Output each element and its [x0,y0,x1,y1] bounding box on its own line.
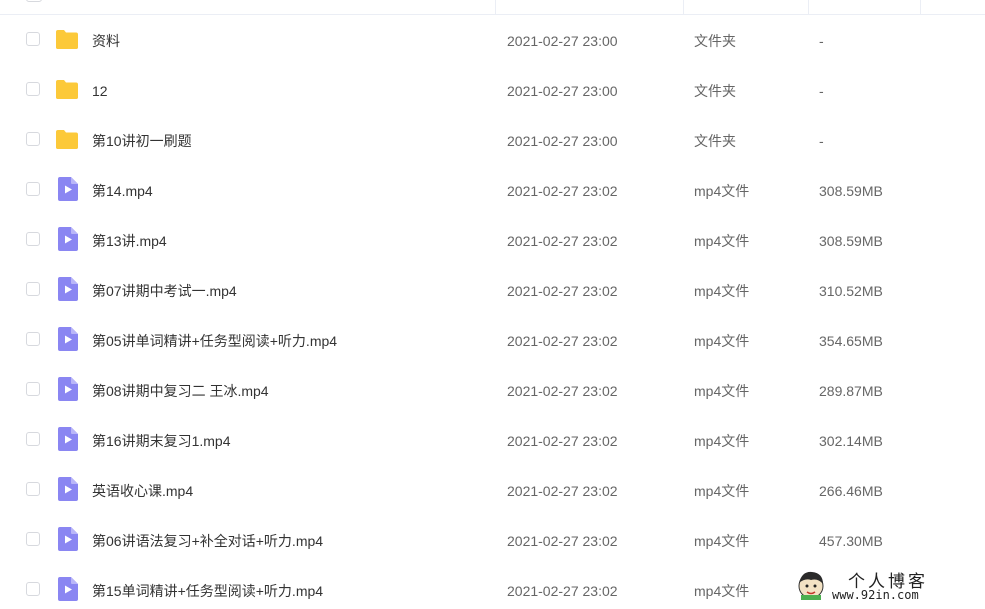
folder-icon [55,28,79,50]
modified-time: 2021-02-27 23:02 [507,483,618,499]
file-type: mp4文件 [694,233,750,249]
video-file-icon [58,427,78,451]
modified-time: 2021-02-27 23:00 [507,33,618,49]
file-row[interactable]: 第16讲期末复习1.mp4 2021-02-27 23:02 mp4文件 302.14… [8,416,985,466]
file-size: 266.46MB [819,483,883,499]
file-name[interactable]: 第08讲期中复习二 王冰.mp4 [92,366,269,416]
file-name[interactable]: 第06讲语法复习+补全对话+听力.mp4 [92,516,323,566]
file-type: 文件夹 [694,83,736,99]
modified-time: 2021-02-27 23:02 [507,233,618,249]
file-size: 308.59MB [819,233,883,249]
column-divider[interactable] [495,0,496,14]
file-size: - [819,83,824,99]
row-checkbox[interactable] [26,82,40,96]
row-checkbox[interactable] [26,232,40,246]
file-name[interactable]: 第10讲初一刷题 [92,116,192,166]
file-row[interactable]: 第07讲期中考试一.mp4 2021-02-27 23:02 mp4文件 310.52… [8,266,985,316]
row-checkbox[interactable] [26,532,40,546]
row-checkbox[interactable] [26,482,40,496]
file-size: - [819,133,824,149]
column-divider[interactable] [920,0,921,14]
column-divider[interactable] [683,0,684,14]
file-row[interactable]: 资料 2021-02-27 23:00 文件夹 - [8,16,985,66]
file-name[interactable]: 第05讲单词精讲+任务型阅读+听力.mp4 [92,316,337,366]
modified-time: 2021-02-27 23:02 [507,533,618,549]
file-type: mp4文件 [694,333,750,349]
file-row[interactable]: 英语收心课.mp4 2021-02-27 23:02 mp4文件 266.46MB [8,466,985,516]
row-checkbox[interactable] [26,432,40,446]
video-file-icon [58,327,78,351]
file-type: 文件夹 [694,133,736,149]
file-type: mp4文件 [694,383,750,399]
row-checkbox[interactable] [26,32,40,46]
row-checkbox[interactable] [26,282,40,296]
file-rows: 资料 2021-02-27 23:00 文件夹 - 12 2021-02-27 23:00… [8,16,985,609]
file-name[interactable]: 第07讲期中考试一.mp4 [92,266,237,316]
file-type: mp4文件 [694,433,750,449]
file-name[interactable]: 第13讲.mp4 [92,216,167,266]
video-file-icon [58,227,78,251]
watermark: 个人博客 www.92in.com [790,566,980,606]
modified-time: 2021-02-27 23:02 [507,183,618,199]
sort-desc-icon[interactable]: ⌄ [662,0,670,14]
file-row[interactable]: 第06讲语法复习+补全对话+听力.mp4 2021-02-27 23:02 mp4文… [8,516,985,566]
file-size: 302.14MB [819,433,883,449]
file-size: 310.52MB [819,283,883,299]
file-type: mp4文件 [694,533,750,549]
file-name[interactable]: 第15单词精讲+任务型阅读+听力.mp4 [92,566,323,609]
row-checkbox[interactable] [26,582,40,596]
file-name[interactable]: 英语收心课.mp4 [92,466,193,516]
modified-time: 2021-02-27 23:02 [507,283,618,299]
file-size: 354.65MB [819,333,883,349]
modified-time: 2021-02-27 23:02 [507,433,618,449]
video-file-icon [58,477,78,501]
file-type: mp4文件 [694,483,750,499]
row-checkbox[interactable] [26,132,40,146]
file-name[interactable]: 第16讲期末复习1.mp4 [92,416,230,466]
file-size: - [819,33,824,49]
video-file-icon [58,177,78,201]
folder-icon [55,78,79,100]
file-type: mp4文件 [694,283,750,299]
file-size: 289.87MB [819,383,883,399]
file-name[interactable]: 12 [92,66,108,116]
file-list-view: ⌄ 资料 2021-02-27 23:00 文件夹 - 12 2021-02-27 23:… [0,0,985,609]
modified-time: 2021-02-27 23:02 [507,383,618,399]
table-header: ⌄ [0,0,985,15]
column-divider[interactable] [808,0,809,14]
file-type: mp4文件 [694,583,750,599]
avatar-icon [798,571,824,600]
folder-icon [55,128,79,150]
row-checkbox[interactable] [26,382,40,396]
file-row[interactable]: 第13讲.mp4 2021-02-27 23:02 mp4文件 308.59MB [8,216,985,266]
file-row[interactable]: 12 2021-02-27 23:00 文件夹 - [8,66,985,116]
watermark-url: www.92in.com [832,588,919,602]
video-file-icon [58,527,78,551]
row-checkbox[interactable] [26,332,40,346]
file-size: 457.30MB [819,533,883,549]
file-name[interactable]: 第14.mp4 [92,166,153,216]
file-size: 308.59MB [819,183,883,199]
row-checkbox[interactable] [26,182,40,196]
modified-time: 2021-02-27 23:02 [507,333,618,349]
file-name[interactable]: 资料 [92,16,120,66]
modified-time: 2021-02-27 23:02 [507,583,618,599]
file-row[interactable]: 第10讲初一刷题 2021-02-27 23:00 文件夹 - [8,116,985,166]
file-row[interactable]: 第14.mp4 2021-02-27 23:02 mp4文件 308.59MB [8,166,985,216]
file-row[interactable]: 第08讲期中复习二 王冰.mp4 2021-02-27 23:02 mp4文件 289… [8,366,985,416]
file-type: 文件夹 [694,33,736,49]
select-all-checkbox[interactable] [26,0,42,2]
modified-time: 2021-02-27 23:00 [507,133,618,149]
video-file-icon [58,377,78,401]
video-file-icon [58,577,78,601]
file-type: mp4文件 [694,183,750,199]
modified-time: 2021-02-27 23:00 [507,83,618,99]
video-file-icon [58,277,78,301]
file-row[interactable]: 第05讲单词精讲+任务型阅读+听力.mp4 2021-02-27 23:02 mp4… [8,316,985,366]
